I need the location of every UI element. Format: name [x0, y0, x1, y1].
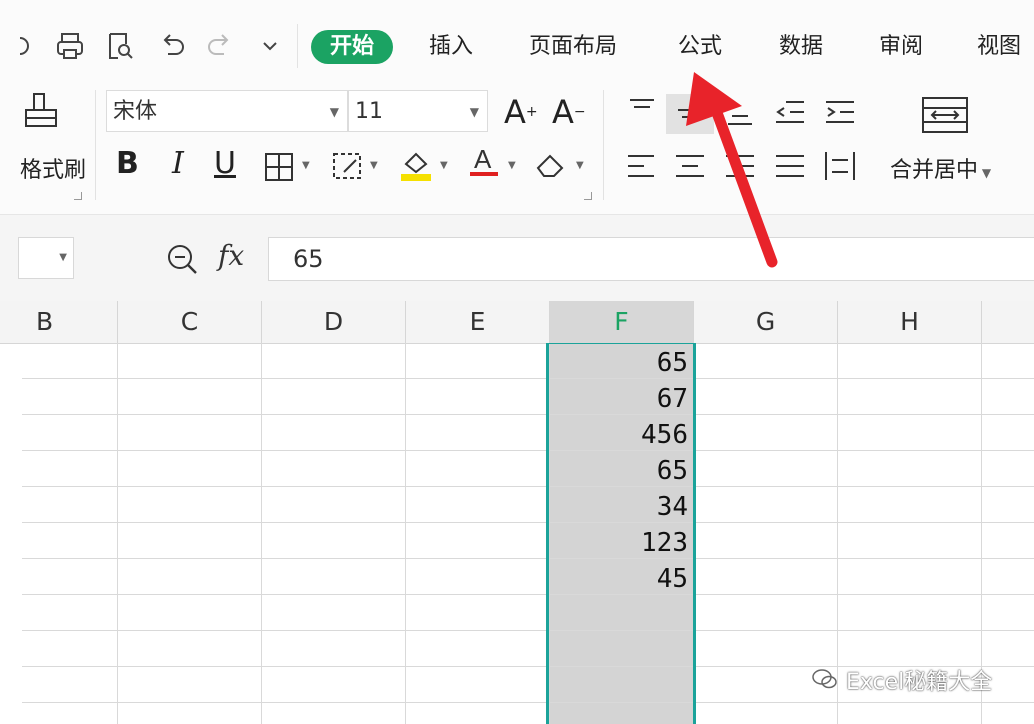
selection-border [546, 343, 696, 724]
chevron-down-icon: ▼ [329, 105, 339, 119]
chevron-down-icon[interactable]: ▼ [440, 160, 448, 171]
align-middle-button[interactable] [666, 94, 714, 134]
print-icon[interactable] [54, 30, 86, 62]
group-expander[interactable] [74, 192, 82, 200]
top-menu-bar: 开始 插入 页面布局 公式 数据 审阅 视图 [0, 0, 1034, 86]
chevron-down-icon[interactable]: ▼ [302, 160, 310, 171]
grid-line [22, 558, 1034, 559]
group-expander[interactable] [584, 192, 592, 200]
undo-icon[interactable] [156, 30, 188, 62]
bold-icon[interactable]: B [116, 146, 139, 182]
customize-dropdown-icon[interactable] [254, 30, 286, 62]
grid-line [22, 522, 1034, 523]
format-painter-label[interactable]: 格式刷 [20, 152, 86, 184]
tab-review[interactable]: 审阅 [879, 30, 923, 64]
distributed-align-icon[interactable] [822, 148, 858, 184]
font-size-value: 11 [355, 99, 383, 124]
tab-view[interactable]: 视图 [977, 30, 1021, 64]
tab-data[interactable]: 数据 [779, 30, 823, 64]
decrease-indent-icon[interactable] [772, 94, 808, 130]
svg-text:A: A [474, 144, 492, 174]
column-header-g[interactable]: G [694, 301, 838, 343]
fill-color-icon[interactable] [398, 146, 434, 182]
wechat-logo-icon [812, 669, 837, 689]
column-header-b[interactable]: B [22, 301, 118, 343]
chevron-down-icon: ▼ [978, 166, 992, 180]
tab-insert[interactable]: 插入 [429, 30, 473, 64]
underline-icon[interactable]: U [214, 146, 236, 182]
column-header-d[interactable]: D [262, 301, 406, 343]
grid-line [22, 702, 1034, 703]
ribbon-divider [603, 90, 604, 200]
print-preview-icon[interactable] [104, 30, 136, 62]
borders-icon[interactable] [262, 148, 298, 184]
grid-line [22, 594, 1034, 595]
column-header-row: B C D E F G H [0, 301, 1034, 344]
chevron-down-icon[interactable]: ▼ [370, 160, 378, 171]
font-name-select[interactable]: 宋体 ▼ [106, 90, 348, 132]
column-header-f[interactable]: F [550, 301, 694, 343]
column-header-h[interactable]: H [838, 301, 982, 343]
formula-input[interactable]: 65 [268, 237, 1034, 281]
formula-bar: ▼ fx 65 [0, 215, 1034, 301]
merge-cells-icon[interactable] [920, 94, 970, 138]
chevron-down-icon: ▼ [469, 105, 479, 119]
ribbon-home: 格式刷 宋体 ▼ 11 ▼ A+ A− B I U ▼ ▼ ▼ A ▼ ▼ 合并… [0, 86, 1034, 215]
toolbar-divider [297, 24, 298, 68]
zoom-icon[interactable] [164, 241, 200, 277]
tab-home[interactable]: 开始 [311, 30, 394, 64]
insert-function-button[interactable]: fx [218, 239, 244, 272]
align-top-icon[interactable] [624, 94, 660, 130]
increase-indent-icon[interactable] [822, 94, 858, 130]
grid-line [22, 486, 1034, 487]
align-left-icon[interactable] [624, 148, 660, 184]
align-bottom-icon[interactable] [722, 94, 758, 130]
chevron-down-icon[interactable]: ▼ [508, 160, 516, 171]
column-header-e[interactable]: E [406, 301, 550, 343]
name-box[interactable]: ▼ [18, 237, 74, 279]
watermark-text: Excel秘籍大全 [846, 670, 993, 695]
font-name-value: 宋体 [113, 99, 158, 124]
grid-line [22, 630, 1034, 631]
font-size-select[interactable]: 11 ▼ [348, 90, 488, 132]
italic-icon[interactable]: I [172, 146, 184, 182]
merge-center-button[interactable]: 合并居中 ▼ [890, 152, 991, 184]
align-right-icon[interactable] [722, 148, 758, 184]
format-painter-icon[interactable] [22, 92, 62, 136]
clear-format-icon[interactable] [534, 148, 570, 184]
tab-formulas[interactable]: 公式 [678, 30, 722, 64]
column-header-c[interactable]: C [118, 301, 262, 343]
decrease-font-icon[interactable]: A− [552, 94, 586, 130]
increase-font-icon[interactable]: A+ [504, 94, 538, 130]
grid-line [22, 378, 1034, 379]
font-color-icon[interactable]: A [466, 144, 502, 180]
tab-page-layout[interactable]: 页面布局 [529, 30, 617, 64]
redo-disabled-icon [204, 30, 236, 62]
chevron-down-icon[interactable]: ▼ [576, 160, 584, 171]
chevron-down-icon: ▼ [59, 252, 67, 263]
cell-style-icon[interactable] [330, 148, 366, 184]
merge-center-label: 合并居中 [890, 158, 979, 183]
redo-icon[interactable] [6, 30, 38, 62]
grid-line [22, 414, 1034, 415]
justify-icon[interactable] [772, 148, 808, 184]
align-center-icon[interactable] [672, 148, 708, 184]
grid-line [22, 450, 1034, 451]
ribbon-divider [95, 90, 96, 200]
